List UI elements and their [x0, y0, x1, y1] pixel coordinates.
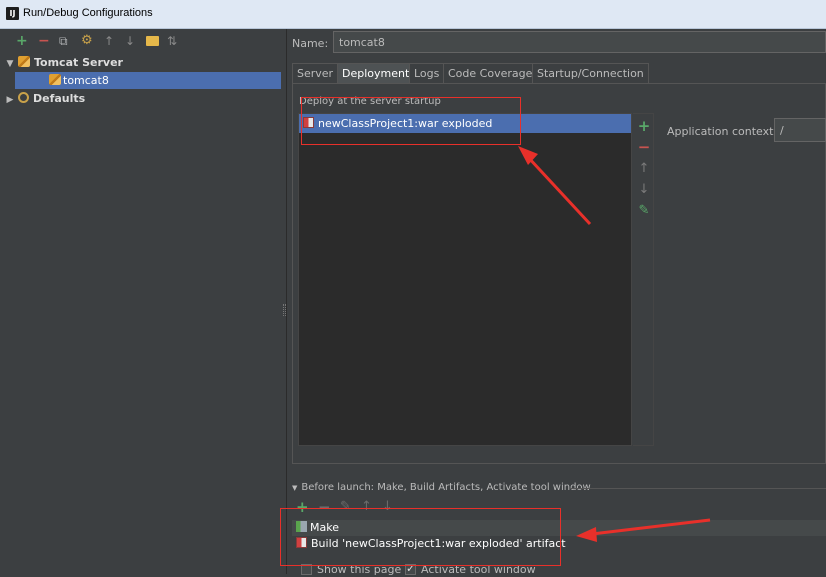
annotation-arrow-shaft: [525, 154, 592, 226]
annotation-arrow-head: [576, 527, 597, 542]
annotation-arrow-shaft: [591, 518, 711, 536]
annotation-arrows: [518, 146, 711, 542]
annotation-arrow-head: [518, 146, 538, 165]
